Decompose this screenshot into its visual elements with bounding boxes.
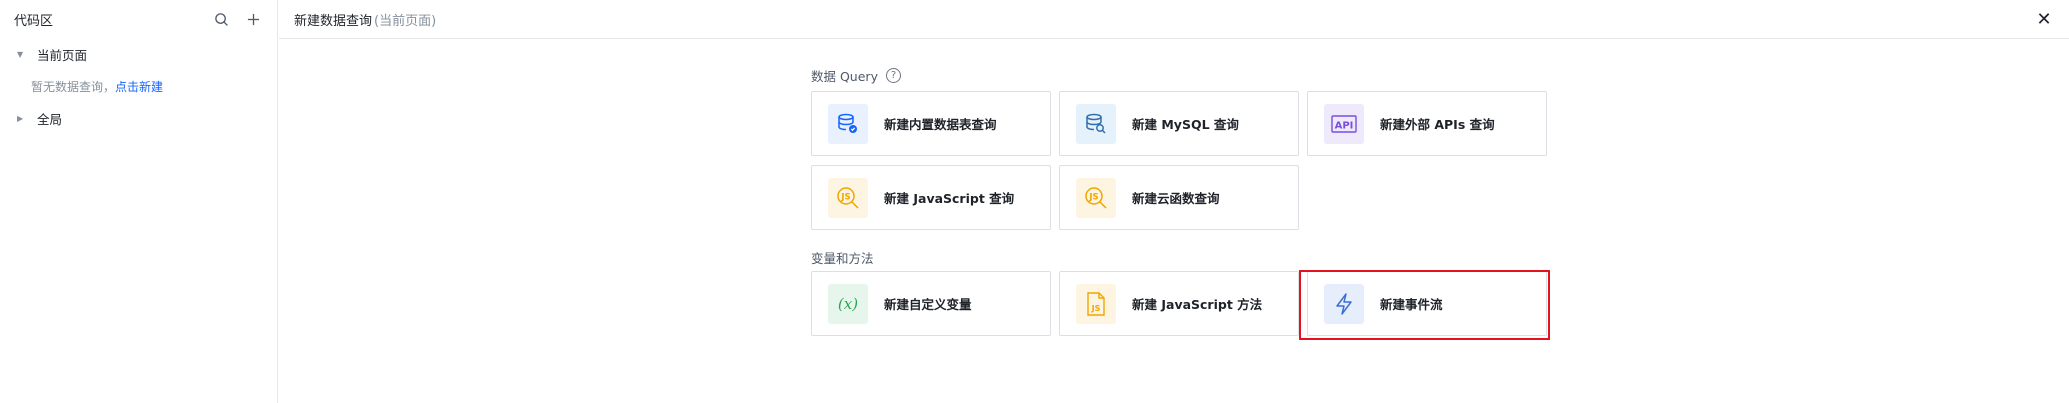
card-label: 新建 MySQL 查询 [1132, 117, 1239, 132]
new-mysql-query-button[interactable]: 新建 MySQL 查询 [1059, 91, 1299, 156]
svg-text:JS: JS [1091, 304, 1101, 313]
tree-item-current-page[interactable]: ▼ 当前页面 [0, 41, 277, 67]
code-sidebar: 代码区 ▼ 当前页面 暂无数据查询， 点击新建 ▶ 全局 [0, 0, 278, 403]
new-builtin-table-query-button[interactable]: 新建内置数据表查询 [811, 91, 1051, 156]
sidebar-header: 代码区 [0, 0, 277, 38]
cloud-function-search-icon: JS [1076, 177, 1116, 218]
page-title: 新建数据查询 [294, 13, 373, 29]
database-icon [828, 103, 868, 144]
card-label: 新建 JavaScript 查询 [884, 191, 1015, 206]
new-cloud-function-query-button[interactable]: JS 新建云函数查询 [1059, 165, 1299, 230]
section-data-query: 数据 Query ? [811, 66, 901, 85]
svg-text:(𝑥): (𝑥) [838, 295, 858, 313]
card-label: 新建事件流 [1380, 297, 1443, 312]
mysql-database-icon [1076, 103, 1116, 144]
empty-text: 暂无数据查询， [31, 79, 116, 94]
javascript-search-icon: JS [828, 177, 868, 218]
javascript-file-icon: JS [1076, 283, 1116, 324]
add-icon[interactable] [243, 9, 263, 29]
page-subtitle: (当前页面) [374, 13, 437, 29]
card-label: 新建 JavaScript 方法 [1132, 297, 1263, 312]
section-variables-methods: 变量和方法 [811, 248, 874, 267]
close-icon[interactable]: ✕ [2035, 9, 2053, 30]
new-event-flow-button[interactable]: 新建事件流 [1307, 271, 1547, 336]
api-icon: API [1324, 103, 1364, 144]
section-label: 数据 Query [811, 69, 878, 84]
section-label: 变量和方法 [811, 251, 874, 266]
lightning-icon [1324, 283, 1364, 324]
new-custom-variable-button[interactable]: (𝑥) 新建自定义变量 [811, 271, 1051, 336]
help-icon[interactable]: ? [885, 68, 901, 83]
variable-icon: (𝑥) [828, 283, 868, 324]
tree-item-label: 全局 [37, 111, 63, 127]
card-label: 新建自定义变量 [884, 297, 972, 312]
new-javascript-method-button[interactable]: JS 新建 JavaScript 方法 [1059, 271, 1299, 336]
tree-item-global[interactable]: ▶ 全局 [0, 105, 277, 131]
new-external-api-query-button[interactable]: API 新建外部 APIs 查询 [1307, 91, 1547, 156]
caret-down-icon[interactable]: ▼ [17, 50, 29, 59]
svg-text:JS: JS [1088, 192, 1098, 202]
panel-header: 新建数据查询 (当前页面) ✕ [279, 0, 2069, 39]
card-label: 新建云函数查询 [1132, 191, 1220, 206]
svg-text:JS: JS [840, 192, 850, 202]
search-icon[interactable] [211, 9, 231, 29]
card-label: 新建内置数据表查询 [884, 117, 997, 132]
new-javascript-query-button[interactable]: JS 新建 JavaScript 查询 [811, 165, 1051, 230]
card-label: 新建外部 APIs 查询 [1380, 117, 1495, 132]
sidebar-title: 代码区 [14, 13, 54, 29]
empty-query-hint: 暂无数据查询， 点击新建 [0, 73, 277, 99]
caret-right-icon[interactable]: ▶ [17, 114, 29, 123]
svg-text:API: API [1335, 120, 1354, 131]
create-new-link[interactable]: 点击新建 [115, 78, 163, 95]
tree-item-label: 当前页面 [37, 47, 88, 63]
